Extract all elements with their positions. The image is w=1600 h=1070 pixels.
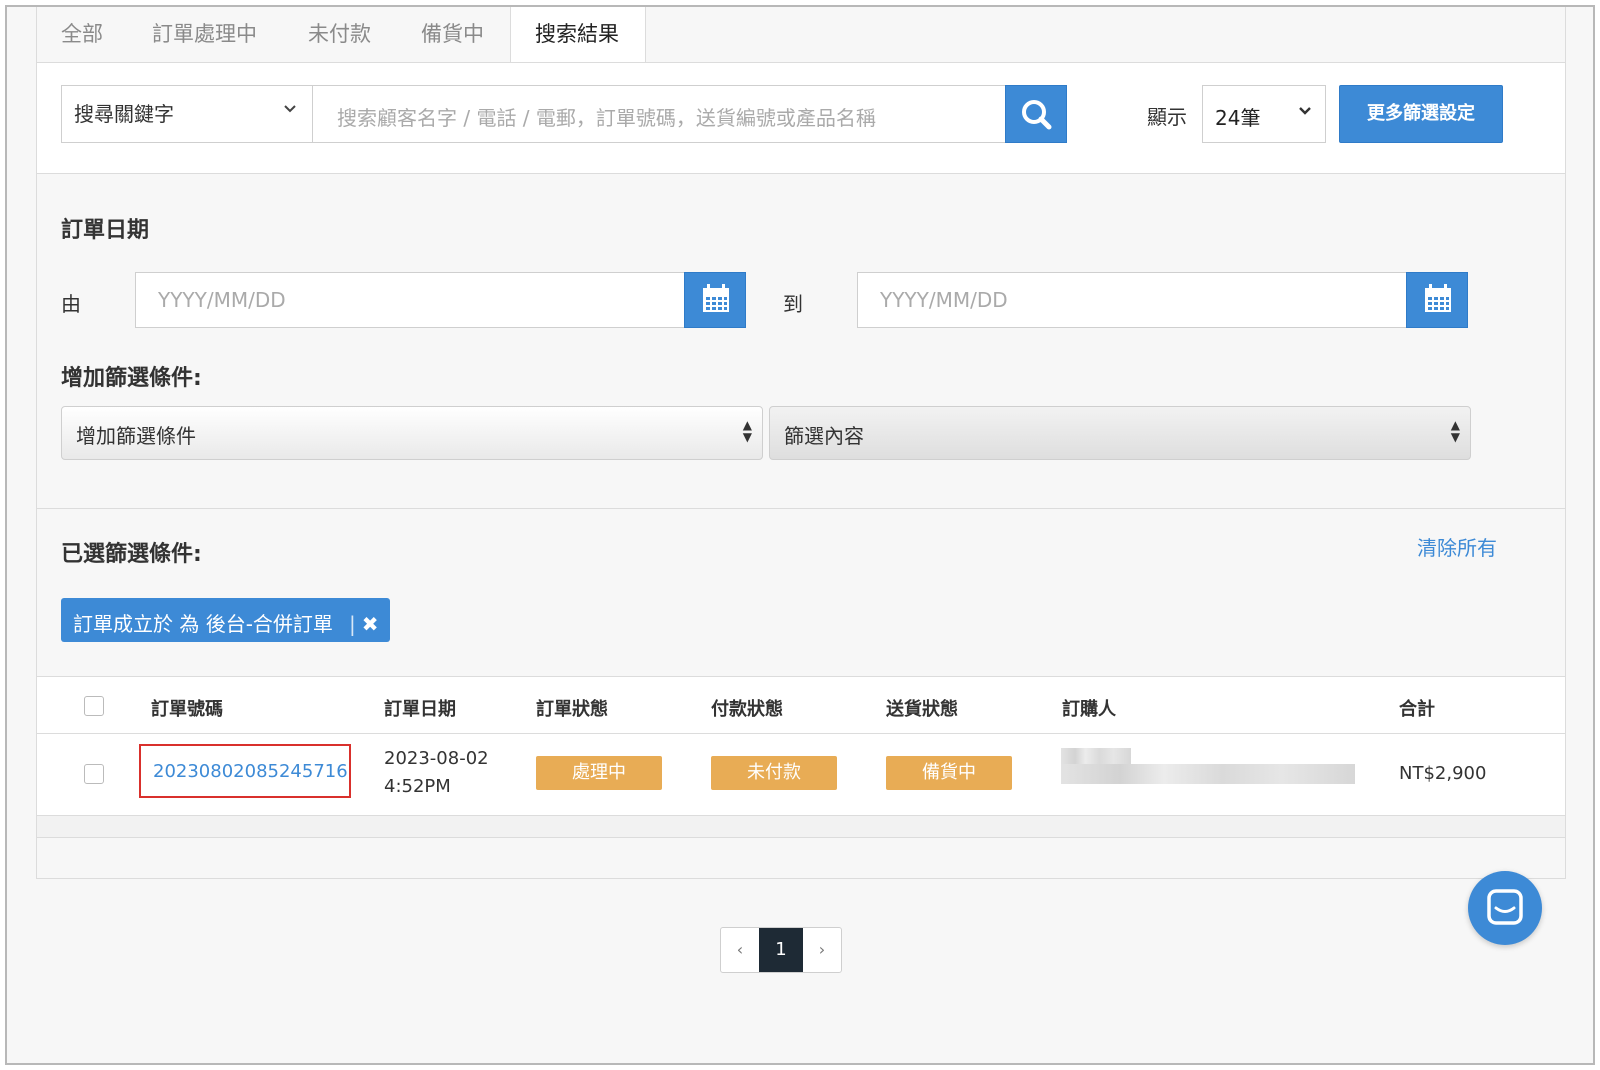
keyword-type-select[interactable]: 搜尋關鍵字 <box>61 85 313 143</box>
close-icon[interactable]: ✖ <box>362 612 379 636</box>
add-filter-title: 增加篩選條件: <box>61 366 202 391</box>
date-from-label: 由 <box>61 292 81 316</box>
search-icon <box>1006 100 1068 148</box>
section-divider <box>37 508 1565 509</box>
tab-processing[interactable]: 訂單處理中 <box>152 18 257 48</box>
order-date: 2023-08-02 <box>384 748 489 769</box>
chip-separator: | <box>348 612 356 636</box>
calendar-icon <box>1407 284 1469 333</box>
more-filters-button[interactable]: 更多篩選設定 <box>1339 85 1503 143</box>
tab-bar: 全部 訂單處理中 未付款 備貨中 搜索結果 <box>37 7 1565 66</box>
header-order-status[interactable]: 訂單狀態 <box>536 695 608 721</box>
clear-all-link[interactable]: 清除所有 <box>1417 532 1497 561</box>
tab-unpaid[interactable]: 未付款 <box>308 18 371 48</box>
date-from-calendar-button[interactable] <box>684 272 746 328</box>
filter-chip-label: 訂單成立於 為 後台-合併訂單 <box>73 612 333 636</box>
orders-panel: 全部 訂單處理中 未付款 備貨中 搜索結果 搜尋關鍵字 搜索顧客名字 / 電話 … <box>36 7 1566 879</box>
row-checkbox[interactable] <box>84 764 104 784</box>
tab-search-results[interactable]: 搜索結果 <box>510 7 646 66</box>
filter-condition-label: 增加篩選條件 <box>76 424 196 448</box>
tab-preparing[interactable]: 備貨中 <box>421 18 484 48</box>
table-footer <box>37 816 1565 838</box>
filter-content-label: 篩選內容 <box>784 424 864 448</box>
header-order-date[interactable]: 訂單日期 <box>384 695 456 721</box>
page-1-button[interactable]: 1 <box>759 928 803 972</box>
date-to-calendar-button[interactable] <box>1406 272 1468 328</box>
filter-chip: 訂單成立於 為 後台-合併訂單 | ✖ <box>61 598 391 642</box>
date-from-input[interactable]: YYYY/MM/DD <box>135 272 685 328</box>
search-input[interactable]: 搜索顧客名字 / 電話 / 電郵，訂單號碼，送貨編號或產品名稱 <box>312 85 1006 143</box>
orders-table: 訂單號碼 訂單日期 訂單狀態 付款狀態 送貨狀態 訂購人 合計 20230802… <box>37 676 1565 838</box>
app-frame: 全部 訂單處理中 未付款 備貨中 搜索結果 搜尋關鍵字 搜索顧客名字 / 電話 … <box>5 5 1595 1065</box>
header-total[interactable]: 合計 <box>1399 695 1435 721</box>
chevron-down-icon <box>282 100 298 121</box>
sort-arrows-icon: ▲ ▼ <box>1450 418 1460 444</box>
selected-filters-title: 已選篩選條件: <box>61 542 202 567</box>
order-time: 4:52PM <box>384 776 451 797</box>
order-date-title: 訂單日期 <box>61 218 150 243</box>
header-delivery-status[interactable]: 送貨狀態 <box>886 695 958 721</box>
order-total: NT$2,900 <box>1399 763 1487 784</box>
prev-page-button[interactable]: ‹ <box>721 928 759 972</box>
filter-content-select[interactable]: 篩選內容 ▲ ▼ <box>769 406 1471 460</box>
date-to-input[interactable]: YYYY/MM/DD <box>857 272 1407 328</box>
search-bar: 搜尋關鍵字 搜索顧客名字 / 電話 / 電郵，訂單號碼，送貨編號或產品名稱 顯示… <box>37 62 1565 174</box>
chat-icon <box>1468 889 1542 949</box>
per-page-select[interactable]: 24筆 <box>1202 85 1326 143</box>
chevron-down-icon <box>1297 102 1313 123</box>
table-header: 訂單號碼 訂單日期 訂單狀態 付款狀態 送貨狀態 訂購人 合計 <box>37 676 1565 734</box>
date-to-label: 到 <box>783 292 803 316</box>
payment-status-badge: 未付款 <box>711 756 837 790</box>
search-button[interactable] <box>1005 85 1067 143</box>
order-number-link[interactable]: 20230802085245716 <box>139 744 351 798</box>
order-status-badge: 處理中 <box>536 756 662 790</box>
delivery-status-badge: 備貨中 <box>886 756 1012 790</box>
table-row: 20230802085245716 2023-08-02 4:52PM 處理中 … <box>37 734 1565 816</box>
header-customer[interactable]: 訂購人 <box>1062 695 1116 721</box>
next-page-button[interactable]: › <box>803 928 841 972</box>
header-payment-status[interactable]: 付款狀態 <box>711 695 783 721</box>
calendar-icon <box>685 284 747 333</box>
sort-arrows-icon: ▲ ▼ <box>742 418 752 444</box>
keyword-type-label: 搜尋關鍵字 <box>74 102 174 126</box>
header-order-no[interactable]: 訂單號碼 <box>151 695 223 721</box>
pagination: ‹ 1 › <box>720 927 842 973</box>
customer-info-redacted <box>1061 764 1355 784</box>
select-all-checkbox[interactable] <box>84 696 104 716</box>
chat-button[interactable] <box>1468 871 1542 945</box>
show-label: 顯示 <box>1147 105 1187 129</box>
tab-all[interactable]: 全部 <box>61 18 103 48</box>
per-page-value: 24筆 <box>1215 106 1261 130</box>
filter-condition-select[interactable]: 增加篩選條件 ▲ ▼ <box>61 406 763 460</box>
